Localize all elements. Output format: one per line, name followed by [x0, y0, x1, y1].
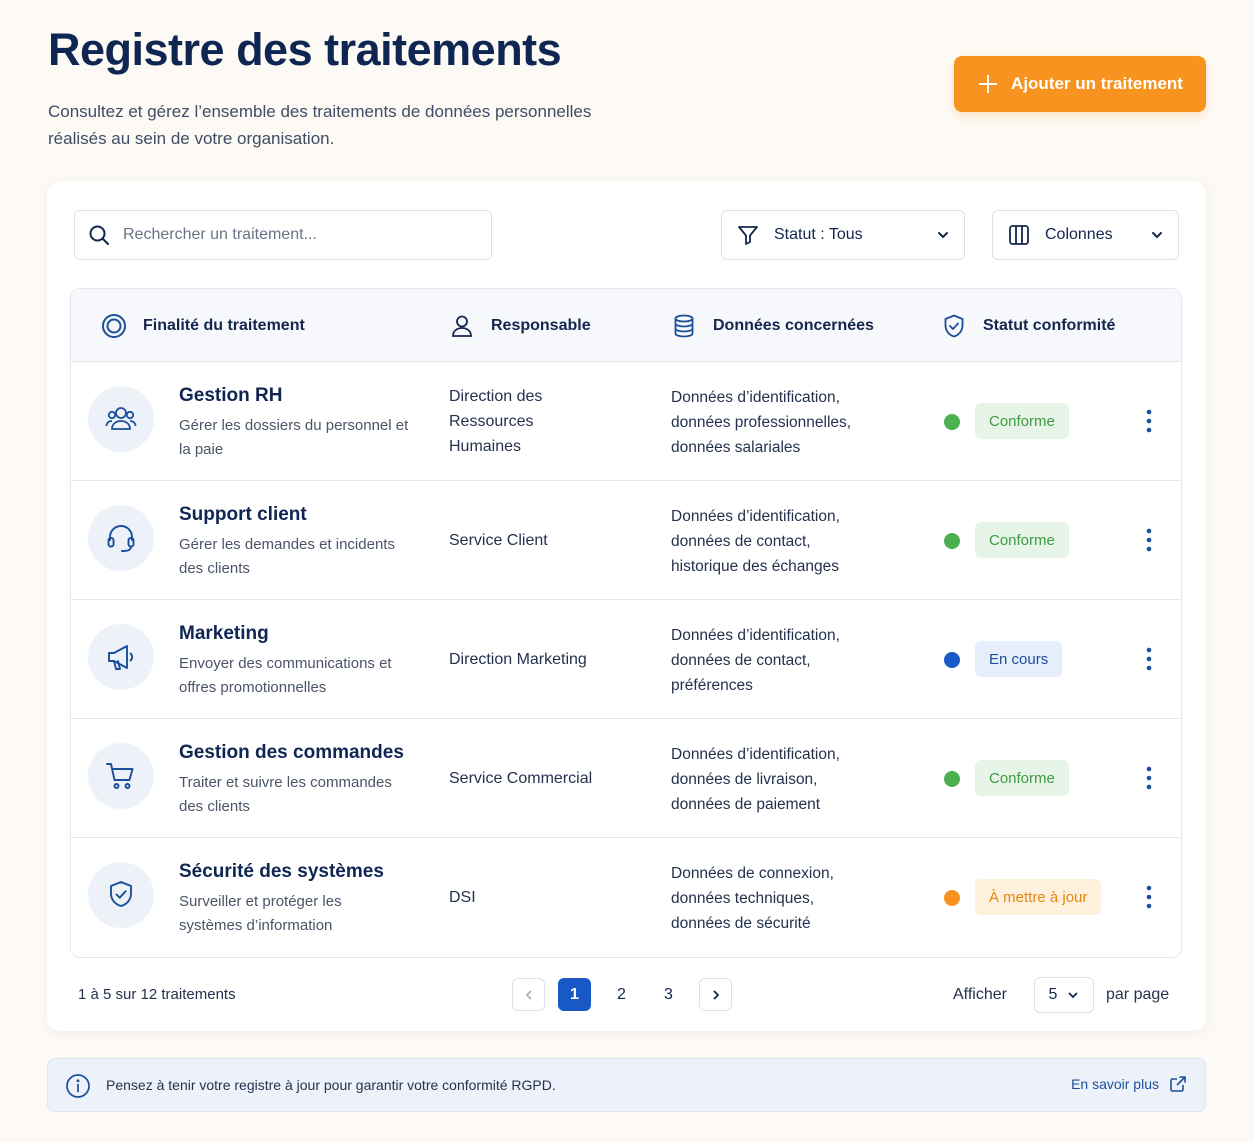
row-data-list: Données d’identification, données de con… [671, 508, 840, 575]
table-row[interactable]: Support client Gérer les demandes et inc… [71, 481, 1181, 600]
table-row[interactable]: Gestion RH Gérer les dossiers du personn… [71, 362, 1181, 481]
treatments-table: Finalité du traitement Responsable Donné… [70, 288, 1182, 958]
learn-more-link[interactable]: En savoir plus [1071, 1075, 1187, 1093]
row-actions-button[interactable] [1139, 763, 1159, 793]
columns-dropdown[interactable]: Colonnes [992, 210, 1179, 260]
row-icon-container [88, 386, 154, 452]
chevron-left-icon [525, 990, 531, 999]
row-icon-container [88, 743, 154, 809]
user-icon [452, 315, 472, 337]
more-vertical-icon [1146, 885, 1152, 909]
status-dot [944, 533, 960, 549]
row-responsible: Service Client [449, 532, 548, 549]
cart-icon [106, 763, 134, 789]
row-description: Traiter et suivre les commandes des clie… [179, 774, 392, 815]
row-actions-button[interactable] [1139, 525, 1159, 555]
chevron-down-icon [1069, 992, 1078, 999]
show-label: Afficher [953, 986, 1007, 1003]
row-data-list: Données d’identification, données de con… [671, 627, 840, 694]
row-description: Envoyer des communications et offres pro… [179, 655, 392, 696]
more-vertical-icon [1146, 528, 1152, 552]
plus-icon [978, 74, 998, 94]
column-header-purpose[interactable]: Finalité du traitement [101, 289, 305, 362]
status-badge: Conforme [975, 760, 1069, 796]
chevron-right-icon [713, 990, 719, 999]
status-badge: En cours [975, 641, 1063, 677]
chevron-down-icon [1152, 232, 1162, 239]
row-responsible: Direction Marketing [449, 651, 587, 668]
row-icon-container [88, 624, 154, 690]
row-responsible: Service Commercial [449, 770, 593, 787]
target-icon [102, 313, 126, 338]
per-page-label: par page [1106, 986, 1170, 1003]
row-actions-button[interactable] [1139, 882, 1159, 912]
row-description: Surveiller et protéger les systèmes d’in… [179, 893, 342, 934]
page-title: Registre des traitements [48, 24, 562, 75]
headset-icon [107, 525, 135, 552]
row-data-list: Données d’identification, données profes… [671, 389, 852, 456]
pagination-page-1[interactable]: 1 [558, 978, 591, 1011]
banner-text: Pensez à tenir votre registre à jour pou… [106, 1077, 556, 1093]
row-title: Gestion RH [179, 385, 283, 406]
table-row[interactable]: Marketing Envoyer des communications et … [71, 600, 1181, 719]
table-header: Finalité du traitement Responsable Donné… [71, 289, 1181, 362]
users-icon [105, 407, 137, 430]
shield-icon [944, 314, 964, 337]
pagination-page-2[interactable]: 2 [605, 978, 638, 1011]
row-title: Marketing [179, 623, 269, 644]
more-vertical-icon [1146, 766, 1152, 790]
row-title: Support client [179, 504, 307, 525]
treatments-card: Statut : Tous Colonnes Finalité du trait… [47, 181, 1206, 1031]
row-title: Sécurité des systèmes [179, 861, 384, 882]
page-subtitle: Consultez et gérez l’ensemble des traite… [48, 102, 592, 148]
pagination-next-button[interactable] [699, 978, 732, 1011]
row-data-list: Données de connexion, données techniques… [671, 865, 834, 932]
shield-check-icon [110, 881, 132, 907]
search-box[interactable] [74, 210, 492, 260]
status-dot [944, 414, 960, 430]
database-icon [674, 314, 694, 337]
row-responsible: Direction des Ressources Humaines [449, 388, 543, 455]
column-header-status[interactable]: Statut conformité [941, 289, 1115, 362]
row-icon-container [88, 862, 154, 928]
row-icon-container [88, 505, 154, 571]
row-description: Gérer les dossiers du personnel et la pa… [179, 417, 409, 458]
table-row[interactable]: Gestion des commandes Traiter et suivre … [71, 719, 1181, 838]
pagination-page-3[interactable]: 3 [652, 978, 685, 1011]
status-dot [944, 652, 960, 668]
pagination-prev-button[interactable] [512, 978, 545, 1011]
row-actions-button[interactable] [1139, 644, 1159, 674]
row-actions-button[interactable] [1139, 406, 1159, 436]
column-header-data[interactable]: Données concernées [671, 289, 874, 362]
chevron-down-icon [938, 232, 948, 239]
row-data-list: Données d’identification, données de liv… [671, 746, 840, 813]
external-link-icon [1170, 1076, 1186, 1092]
status-dot [944, 771, 960, 787]
columns-label: Colonnes [1045, 226, 1113, 243]
search-input[interactable] [123, 226, 491, 244]
row-description: Gérer les demandes et incidents des clie… [179, 536, 395, 577]
add-treatment-button[interactable]: Ajouter un traitement [954, 56, 1206, 112]
columns-icon [1009, 225, 1029, 245]
status-badge: Conforme [975, 403, 1069, 439]
row-title: Gestion des commandes [179, 742, 404, 763]
more-vertical-icon [1146, 409, 1152, 433]
info-banner: Pensez à tenir votre registre à jour pou… [47, 1058, 1206, 1112]
more-vertical-icon [1146, 647, 1152, 671]
status-filter-label: Statut : Tous [774, 226, 863, 243]
megaphone-icon [108, 645, 134, 670]
per-page-select[interactable]: 5 [1034, 977, 1094, 1013]
status-badge: Conforme [975, 522, 1069, 558]
status-badge: À mettre à jour [975, 879, 1102, 915]
table-row[interactable]: Sécurité des systèmes Surveiller et prot… [71, 838, 1181, 957]
pagination-info: 1 à 5 sur 12 traitements [78, 986, 236, 1003]
status-filter-dropdown[interactable]: Statut : Tous [721, 210, 965, 260]
search-icon [89, 225, 109, 245]
column-header-responsible[interactable]: Responsable [449, 289, 591, 362]
status-dot [944, 890, 960, 906]
info-icon [66, 1074, 90, 1098]
row-responsible: DSI [449, 889, 476, 906]
filter-icon [738, 226, 758, 245]
